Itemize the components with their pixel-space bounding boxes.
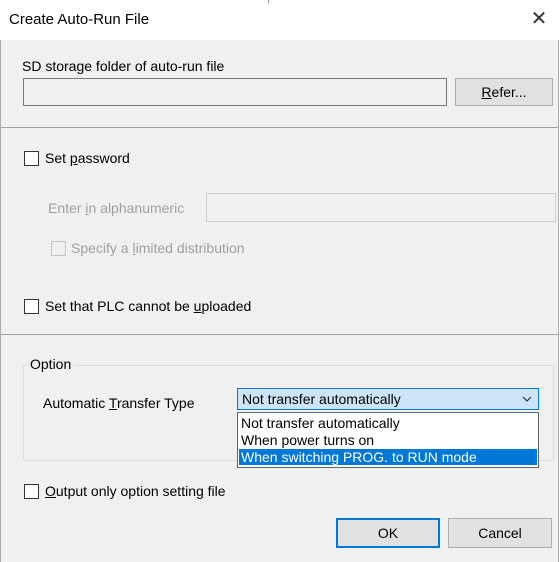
password-input[interactable]	[206, 193, 556, 222]
set-password-checkbox[interactable]	[24, 151, 39, 166]
ok-button[interactable]: OK	[336, 518, 440, 548]
cancel-button[interactable]: Cancel	[448, 518, 552, 548]
refer-label: Refer...	[481, 84, 527, 100]
separator-1	[1, 127, 558, 128]
transfer-type-select[interactable]: Not transfer automatically	[237, 388, 539, 410]
limited-distribution-checkbox[interactable]	[51, 241, 66, 256]
chevron-down-icon	[522, 396, 532, 402]
window-edge-mark	[268, 0, 269, 3]
dialog-body: SD storage folder of auto-run file Refer…	[1, 40, 558, 562]
transfer-type-dropdown: Not transfer automatically When power tu…	[237, 412, 539, 468]
dropdown-option-power-on[interactable]: When power turns on	[239, 432, 537, 448]
no-upload-label: Set that PLC cannot be uploaded	[45, 298, 252, 314]
output-only-checkbox[interactable]	[24, 484, 39, 499]
output-only-label: Output only option setting file	[45, 483, 226, 499]
enter-alphanumeric-label: Enter in alphanumeric	[48, 200, 185, 216]
set-password-label: Set password	[45, 150, 130, 166]
dropdown-option-not-transfer[interactable]: Not transfer automatically	[239, 415, 537, 431]
separator-2	[1, 334, 558, 335]
option-group-label: Option	[27, 356, 75, 372]
no-upload-checkbox[interactable]	[24, 299, 39, 314]
transfer-type-label: Automatic Transfer Type	[43, 395, 195, 411]
refer-button[interactable]: Refer...	[455, 78, 553, 106]
close-icon[interactable]: ✕	[528, 8, 550, 30]
dropdown-option-prog-to-run[interactable]: When switching PROG. to RUN mode	[239, 449, 537, 465]
limited-distribution-label: Specify a limited distribution	[71, 240, 245, 256]
title-bar: Create Auto-Run File ✕	[0, 0, 560, 40]
transfer-type-selected: Not transfer automatically	[242, 391, 401, 407]
window-border-right	[558, 40, 559, 562]
window-title: Create Auto-Run File	[9, 11, 150, 28]
sd-folder-input[interactable]	[23, 78, 447, 106]
sd-folder-label: SD storage folder of auto-run file	[22, 58, 225, 74]
